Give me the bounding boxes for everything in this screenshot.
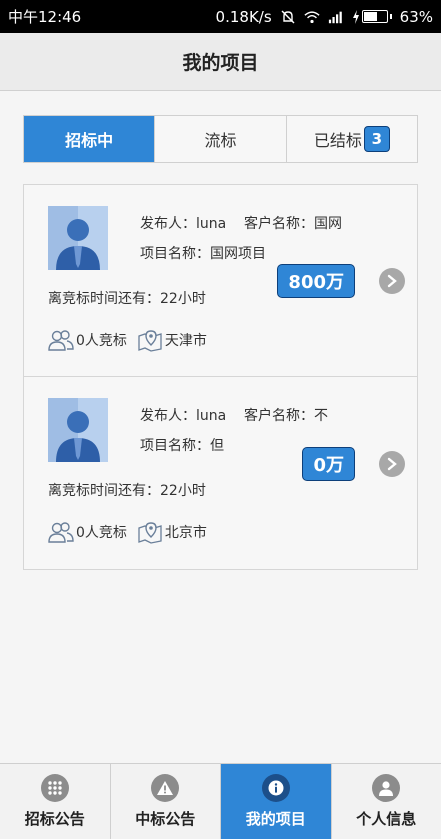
battery-indicator: [352, 9, 392, 24]
users-icon: [48, 522, 74, 543]
project-name-text: 项目名称：但: [140, 438, 224, 454]
signal-icon: [328, 11, 342, 23]
avatar: [48, 398, 108, 462]
nav-bid-announcements[interactable]: 招标公告: [0, 764, 110, 839]
wifi-icon: [304, 10, 320, 23]
project-publisher-client: 发布人：luna 客户名称：不: [140, 405, 328, 425]
chevron-right-icon: [387, 274, 397, 288]
users-icon: [48, 330, 74, 351]
chevron-right-icon: [387, 457, 397, 471]
network-speed: 0.18K/s: [215, 7, 272, 26]
nav-personal-info[interactable]: 个人信息: [330, 764, 441, 839]
nav-label: 我的项目: [245, 810, 306, 828]
battery-percent: 63%: [399, 7, 433, 26]
nav-award-announcements[interactable]: 中标公告: [109, 764, 221, 839]
publisher-text: 发布人：luna: [140, 216, 227, 232]
nav-label: 招标公告: [24, 810, 85, 828]
city-text: 北京市: [164, 525, 207, 541]
city-text: 天津市: [164, 333, 207, 349]
mute-icon: [281, 10, 295, 23]
status-bar: 中午12:46 0.18K/s 63%: [0, 0, 441, 33]
tab-failed-bid[interactable]: 流标: [154, 116, 285, 162]
project-publisher-client: 发布人：luna 客户名称：国网: [140, 213, 342, 233]
project-name-text: 项目名称：国网项目: [140, 246, 266, 262]
map-pin-icon: [138, 522, 162, 544]
bidder-count: 0人竞标: [76, 333, 127, 349]
map-pin-icon: [138, 330, 162, 352]
page-header: 我的项目: [0, 33, 441, 91]
project-detail-button[interactable]: [379, 451, 405, 477]
page-title: 我的项目: [182, 52, 259, 74]
tab-label: 招标中: [65, 131, 114, 150]
info-icon: [261, 774, 290, 802]
project-meta: 0人竞标 天津市: [48, 328, 207, 352]
nav-label: 个人信息: [356, 810, 417, 828]
client-text: 客户名称：国网: [244, 216, 343, 232]
grid-icon: [40, 774, 69, 802]
project-card[interactable]: 发布人：luna 客户名称：不 项目名称：但 0万 离竞标时间还有：22小时 0…: [24, 377, 417, 569]
bidder-count: 0人竞标: [76, 525, 127, 541]
tab-label: 流标: [204, 131, 237, 150]
nav-my-projects[interactable]: 我的项目: [220, 764, 331, 839]
charging-icon: [352, 9, 359, 24]
deadline-text: 离竞标时间还有：22小时: [48, 291, 206, 307]
project-list: 发布人：luna 客户名称：国网 项目名称：国网项目 800万 离竞标时间还有：…: [23, 184, 418, 570]
bottom-nav: 招标公告 中标公告 我的项目 个人信息: [0, 763, 441, 839]
closed-count-badge: 3: [363, 126, 390, 152]
project-amount-badge: 0万: [302, 447, 355, 481]
tab-bidding[interactable]: 招标中: [24, 116, 155, 162]
status-time: 中午12:46: [8, 8, 82, 26]
project-detail-button[interactable]: [379, 268, 405, 294]
warning-icon: [151, 774, 180, 802]
project-amount-badge: 800万: [277, 264, 355, 298]
avatar: [48, 206, 108, 270]
battery-icon: [361, 10, 388, 23]
project-tabs: 招标中 流标 已结标 3: [23, 115, 418, 163]
publisher-text: 发布人：luna: [140, 408, 227, 424]
deadline-text: 离竞标时间还有：22小时: [48, 483, 206, 499]
tab-label: 已结标: [313, 131, 362, 150]
nav-label: 中标公告: [135, 810, 196, 828]
person-icon: [372, 774, 401, 802]
tab-closed[interactable]: 已结标 3: [285, 116, 417, 162]
project-meta: 0人竞标 北京市: [48, 520, 207, 544]
client-text: 客户名称：不: [244, 408, 329, 424]
project-card[interactable]: 发布人：luna 客户名称：国网 项目名称：国网项目 800万 离竞标时间还有：…: [24, 185, 417, 377]
